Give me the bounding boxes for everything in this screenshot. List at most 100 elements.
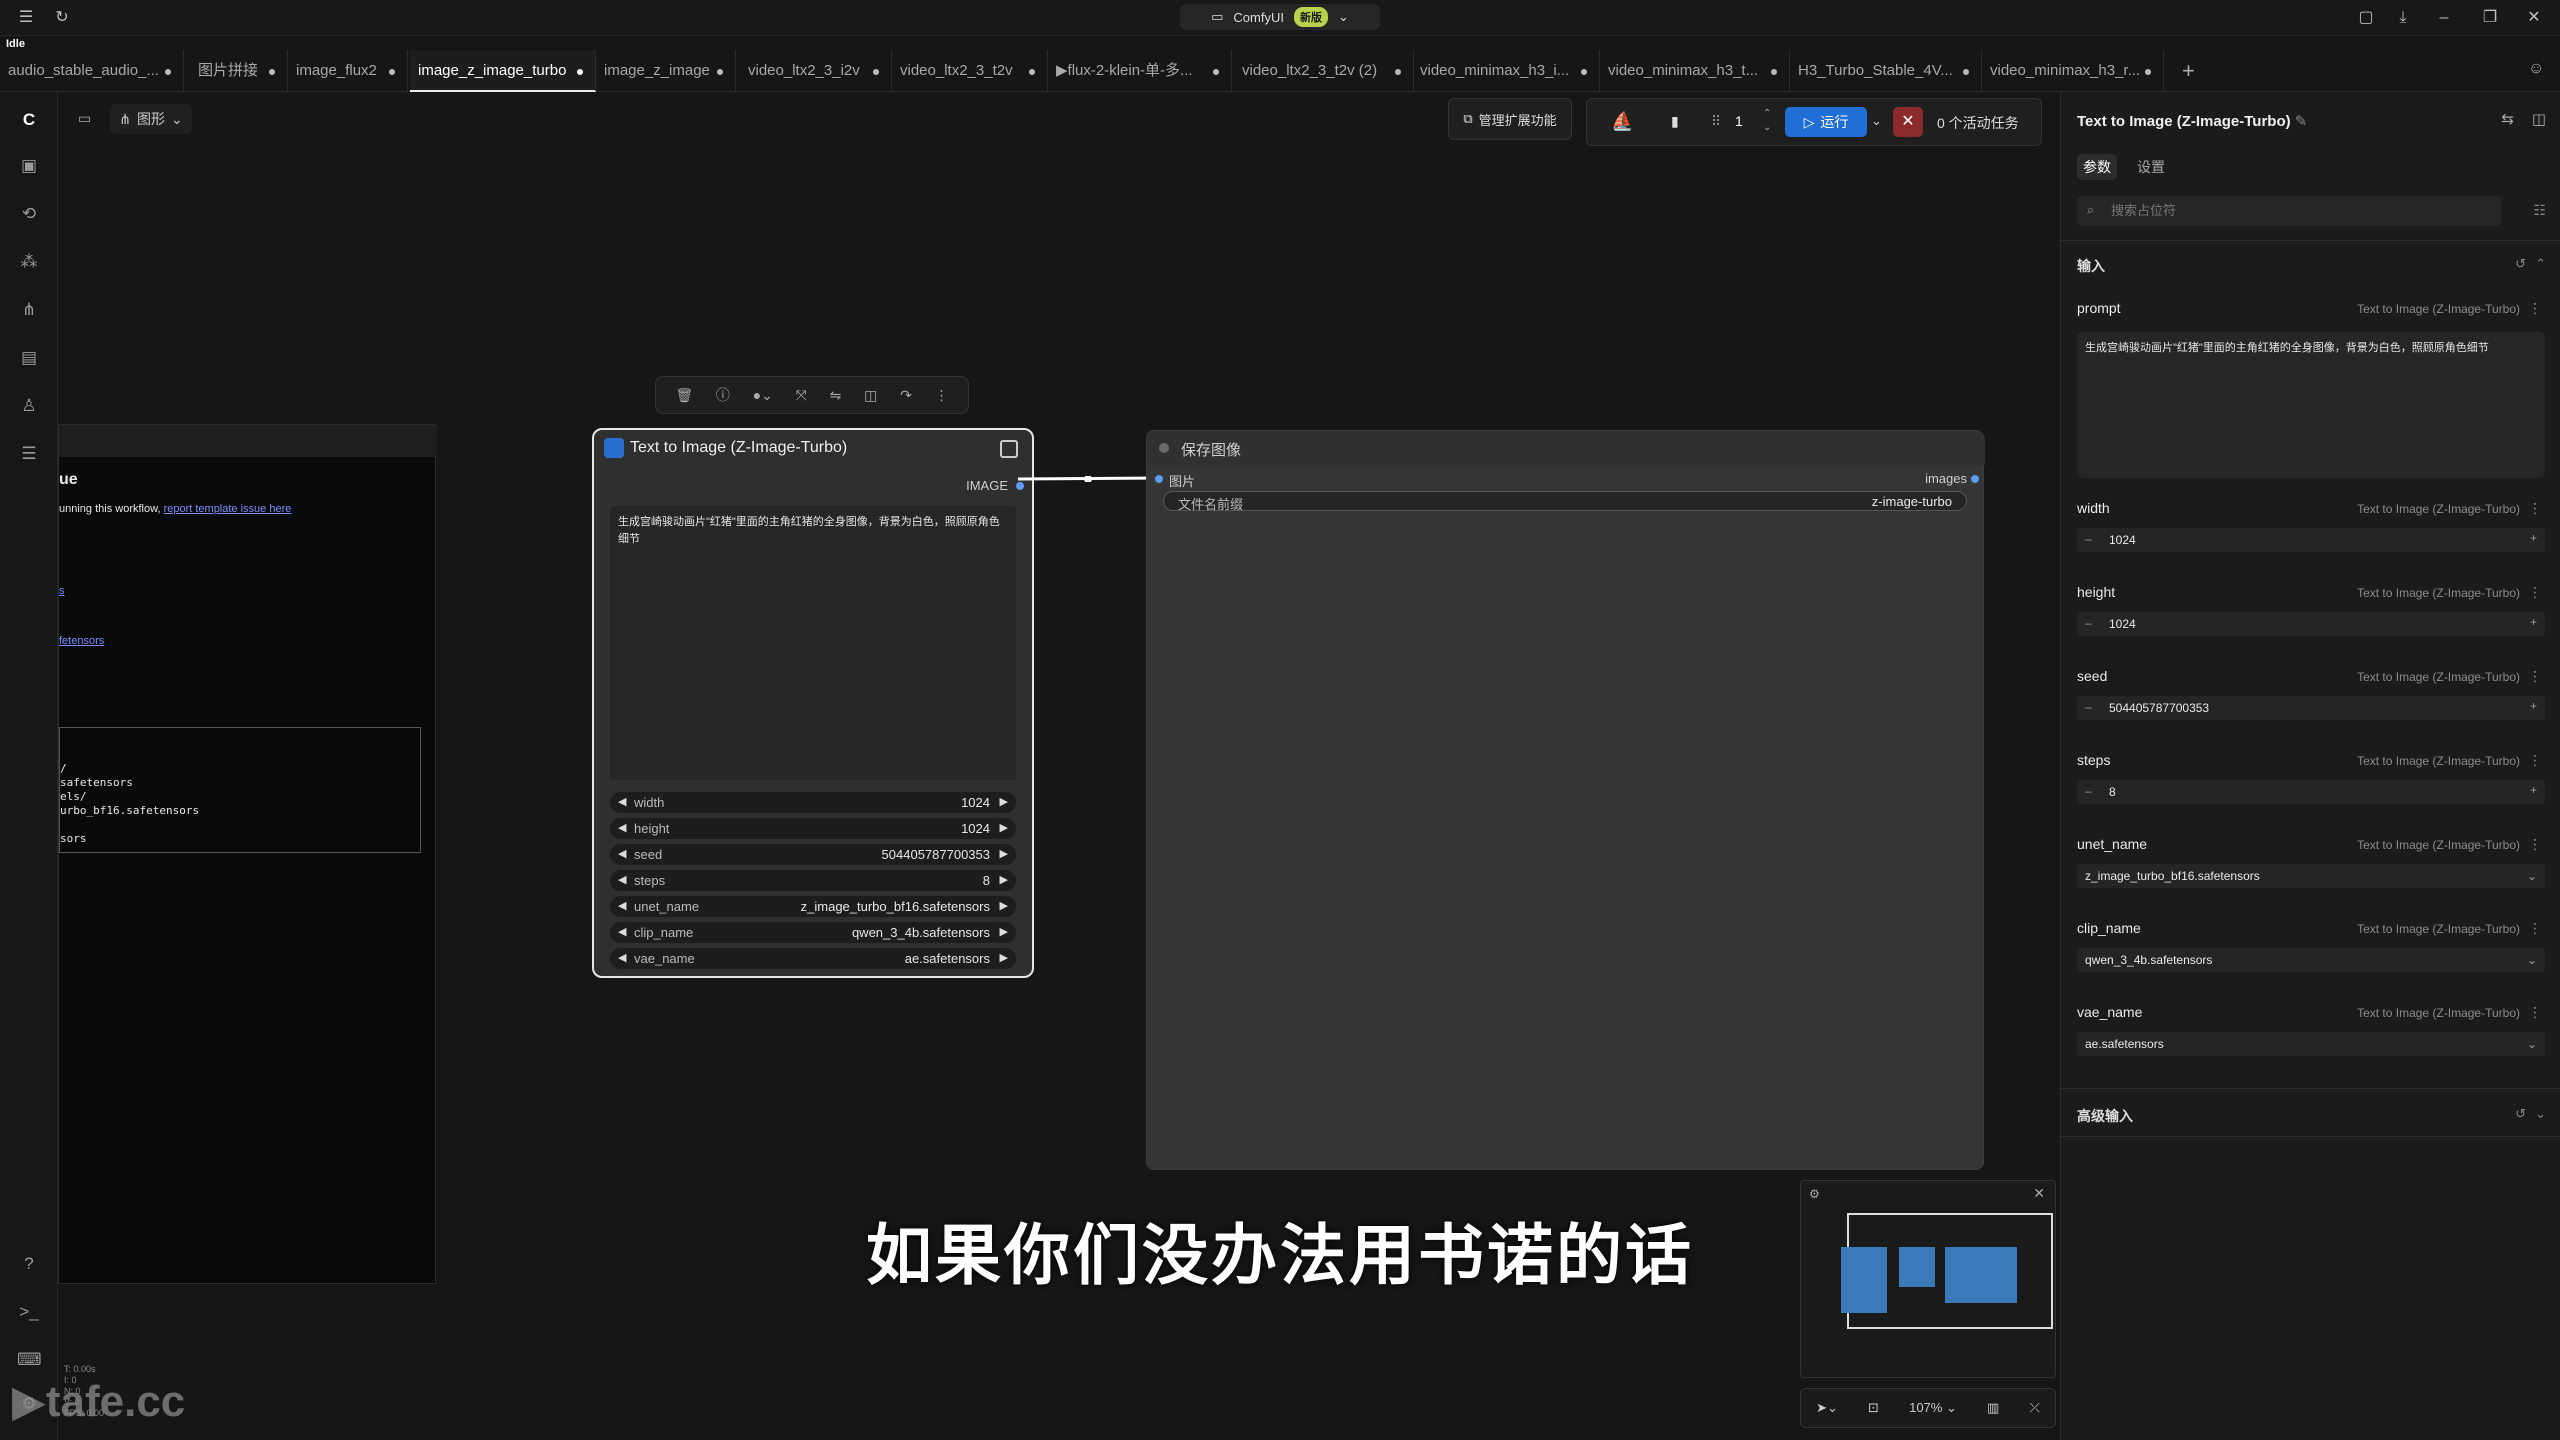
output-port[interactable] <box>1016 482 1024 490</box>
templates-icon[interactable]: ▤ <box>17 346 41 370</box>
reset-icon[interactable]: ↺ <box>2515 256 2526 272</box>
tab-h3-turbo-stable[interactable]: H3_Turbo_Stable_4V... <box>1790 50 1982 92</box>
zoom-level[interactable]: 107% ⌄ <box>1909 1400 1957 1416</box>
tab-settings[interactable]: 设置 <box>2137 154 2165 180</box>
new-tab-icon[interactable]: + <box>2182 58 2195 84</box>
seed-input[interactable]: –504405787700353 + <box>2077 696 2545 720</box>
more-options-icon[interactable]: ⋮ <box>2528 752 2542 769</box>
images-icon[interactable]: ▣ <box>17 154 41 178</box>
more-options-icon[interactable]: ⋮ <box>2528 1004 2542 1021</box>
minimize-icon[interactable]: – <box>2434 8 2454 28</box>
tab-video-ltx2-t2v-2[interactable]: video_ltx2_3_t2v (2) <box>1234 50 1414 92</box>
keyboard-icon[interactable]: ⌨ <box>17 1348 42 1372</box>
color-picker-icon[interactable]: ●⌄ <box>753 387 773 404</box>
node-library-icon[interactable]: ⁂ <box>17 250 41 274</box>
bypass-icon[interactable]: ⇋ <box>830 387 842 404</box>
unet-name-select[interactable]: z_image_turbo_bf16.safetensors ⌄ <box>2077 864 2545 888</box>
unet-name-widget[interactable]: ◀ unet_name z_image_turbo_bf16.safetensors… <box>610 896 1016 917</box>
vae-name-widget[interactable]: ◀ vae_name ae.safetensors ▶ <box>610 948 1016 969</box>
seed-widget[interactable]: ◀ seed 504405787700353 ▶ <box>610 844 1016 865</box>
clip-name-widget[interactable]: ◀ clip_name qwen_3_4b.safetensors ▶ <box>610 922 1016 943</box>
tab-image-flux2[interactable]: image_flux2 <box>288 50 408 92</box>
comfy-logo-icon[interactable]: C <box>17 108 41 132</box>
reset-icon[interactable]: ↺ <box>2515 1106 2526 1122</box>
height-widget[interactable]: ◀ height 1024 ▶ <box>610 818 1016 839</box>
update-badge[interactable]: 新版 <box>1293 7 1328 27</box>
user-icon[interactable]: ☺ <box>2528 60 2544 78</box>
run-options-chevron-icon[interactable]: ⌄ <box>1871 113 1882 129</box>
fit-view-icon[interactable]: ⤧ <box>796 387 807 404</box>
info-icon[interactable]: ⓘ <box>716 385 730 405</box>
restore-icon[interactable]: ❐ <box>2480 8 2500 28</box>
tab-flux-2-klein[interactable]: ▶flux-2-klein-单-多... <box>1048 50 1232 92</box>
text-to-image-node[interactable]: Text to Image (Z-Image-Turbo) IMAGE 生成宫崎… <box>592 428 1034 978</box>
node-link[interactable] <box>1018 476 1156 482</box>
batch-stepper-icon[interactable]: ⌃ ⌄ <box>1763 107 1771 135</box>
expand-icon[interactable] <box>1000 440 1018 458</box>
cancel-button[interactable]: ✕ <box>1893 107 1923 137</box>
list-view-icon[interactable]: ☷ <box>2533 202 2546 219</box>
drag-handle-icon[interactable]: ⠿ <box>1711 113 1721 130</box>
more-options-icon[interactable]: ⋮ <box>935 387 949 404</box>
width-widget[interactable]: ◀ width 1024 ▶ <box>610 792 1016 813</box>
run-button[interactable]: ▷ 运行 <box>1785 107 1867 137</box>
clip-name-select[interactable]: qwen_3_4b.safetensors ⌄ <box>2077 948 2545 972</box>
search-input[interactable]: 搜索占位符 <box>2077 196 2501 226</box>
more-options-icon[interactable]: ⋮ <box>2528 920 2542 937</box>
app-switcher[interactable]: ▭ ComfyUI 新版 ⌄ <box>1180 4 1380 30</box>
tab-params[interactable]: 参数 <box>2077 154 2117 180</box>
note-node[interactable]: ue unning this workflow, report template… <box>58 424 437 1284</box>
comfy-cloud-icon[interactable]: ⛵ <box>1611 111 1633 132</box>
chevron-down-icon[interactable]: ⌄ <box>2535 1106 2546 1122</box>
model-link[interactable]: fetensors <box>59 635 104 647</box>
save-image-node[interactable]: 保存图像 图片 images 文件名前缀 z-image-turbo <box>1146 430 1985 1170</box>
subgraph-icon[interactable]: ◫ <box>864 387 877 404</box>
assets-icon[interactable]: ☰ <box>17 442 41 466</box>
models-icon[interactable]: ♙ <box>17 394 41 418</box>
delete-icon[interactable]: 🗑 <box>675 387 693 404</box>
vae-name-select[interactable]: ae.safetensors ⌄ <box>2077 1032 2545 1056</box>
edit-icon[interactable]: ✎ <box>2295 113 2308 130</box>
view-mode-button[interactable]: ⋔ 图形 ⌄ <box>110 104 192 134</box>
input-port[interactable] <box>1155 475 1163 483</box>
batch-count-input[interactable]: 1 <box>1735 113 1743 129</box>
more-options-icon[interactable]: ⋮ <box>2528 500 2542 517</box>
tab-image-z-image-turbo[interactable]: image_z_image_turbo <box>410 50 596 92</box>
more-options-icon[interactable]: ⋮ <box>2528 584 2542 601</box>
steps-widget[interactable]: ◀ steps 8 ▶ <box>610 870 1016 891</box>
more-options-icon[interactable]: ⋮ <box>2528 836 2542 853</box>
close-icon[interactable]: ✕ <box>2033 1185 2045 1202</box>
download-icon[interactable]: ⤓ <box>2393 8 2413 28</box>
minimap-settings-icon[interactable]: ⚙ <box>1809 1187 1820 1201</box>
manage-extensions-button[interactable]: ⧉ 管理扩展功能 <box>1448 98 1572 140</box>
terminal-icon[interactable]: >_ <box>17 1300 41 1324</box>
tab-audio-stable-audio[interactable]: audio_stable_audio_... <box>0 50 184 92</box>
height-input[interactable]: –1024 + <box>2077 612 2545 636</box>
tab-video-minimax-h3-i[interactable]: video_minimax_h3_i... <box>1412 50 1600 92</box>
queue-icon[interactable]: ⟲ <box>17 202 41 226</box>
width-input[interactable]: –1024 + <box>2077 528 2545 552</box>
collapse-dot-icon[interactable] <box>1159 443 1169 453</box>
prompt-textarea[interactable]: 生成宫崎骏动画片"红猪"里面的主角红猪的全身图像，背景为白色，照顾原角色细节 <box>610 506 1016 780</box>
chat-icon[interactable]: ▢ <box>2356 8 2376 28</box>
tab-image-z-image[interactable]: image_z_image <box>596 50 736 92</box>
more-options-icon[interactable]: ⋮ <box>2528 300 2542 317</box>
tab-video-minimax-h3-r[interactable]: video_minimax_h3_r... <box>1982 50 2164 92</box>
redo-icon[interactable]: ↷ <box>900 387 912 404</box>
note-link[interactable]: s <box>59 585 65 597</box>
panel-toggle-icon[interactable]: ▭ <box>78 110 91 127</box>
tab-image-stitch[interactable]: 图片拼接 <box>190 50 288 92</box>
menu-icon[interactable]: ☰ <box>16 8 36 28</box>
bookmark-icon[interactable]: ▮ <box>1671 113 1679 130</box>
minimap-toggle-icon[interactable]: ▥ <box>1987 1400 1999 1416</box>
select-tool-icon[interactable]: ➤⌄ <box>1816 1400 1838 1416</box>
close-icon[interactable]: ✕ <box>2524 8 2544 28</box>
tab-video-minimax-h3-t[interactable]: video_minimax_h3_t... <box>1600 50 1790 92</box>
tab-video-ltx2-t2v[interactable]: video_ltx2_3_t2v <box>892 50 1048 92</box>
output-port[interactable] <box>1971 475 1979 483</box>
toggle-icon[interactable]: ⇆ <box>2501 110 2514 128</box>
section-advanced-inputs[interactable]: 高级输入 <box>2077 1106 2133 1126</box>
more-options-icon[interactable]: ⋮ <box>2528 668 2542 685</box>
close-panel-icon[interactable]: ◫ <box>2532 110 2546 128</box>
refresh-icon[interactable]: ↻ <box>52 8 72 28</box>
